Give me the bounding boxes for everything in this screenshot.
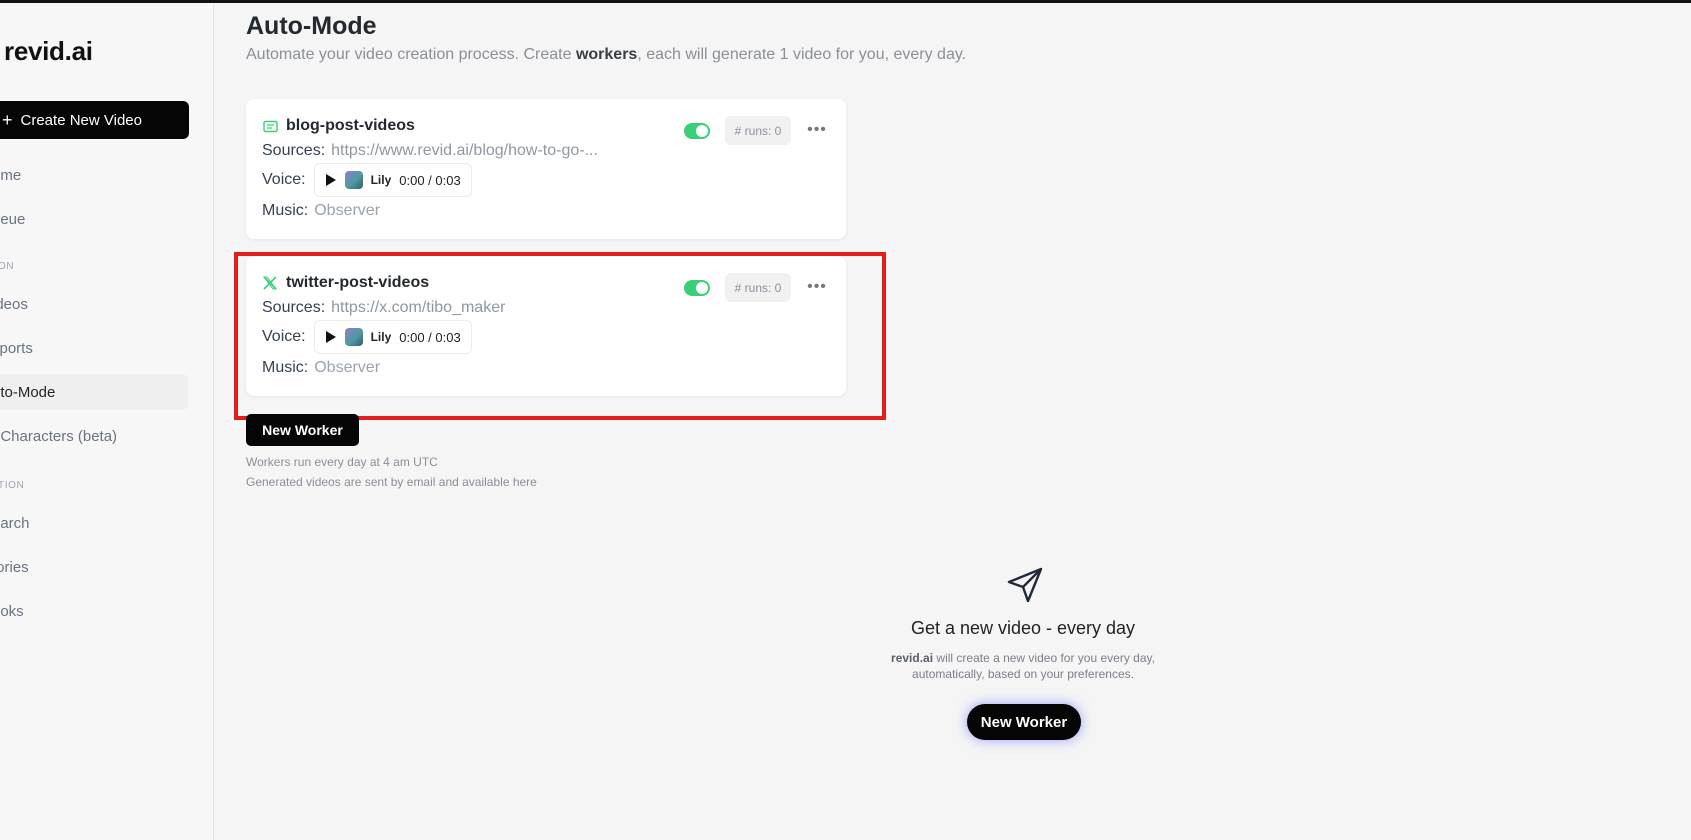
voice-avatar xyxy=(344,328,363,346)
subtitle-bold: workers xyxy=(575,46,638,63)
sidebar-item-label: earch xyxy=(0,514,30,532)
worker-card-blog-post-videos: blog-post-videos Sources: https://www.re… xyxy=(246,99,846,239)
sidebar-item-label: ideos xyxy=(0,295,28,313)
sidebar: revid.ai + Create New Video ome ueue ON … xyxy=(0,3,214,840)
music-label: Music: xyxy=(262,202,309,219)
sidebar-item-label: tories xyxy=(0,558,29,576)
voice-label: Voice: xyxy=(262,171,306,188)
more-options-button[interactable]: ••• xyxy=(804,117,830,143)
create-new-video-label: Create New Video xyxy=(20,111,142,129)
x-logo-icon xyxy=(262,275,278,291)
subtitle-text: , each will generate 1 video for you, ev… xyxy=(637,46,967,63)
worker-title: twitter-post-videos xyxy=(262,274,429,292)
sources-label: Sources: xyxy=(262,299,326,316)
send-arrow-icon xyxy=(1007,567,1043,603)
voice-name: Lily xyxy=(370,173,392,187)
desc-line-1: will create a new video for you every da… xyxy=(933,651,1155,665)
source-link[interactable]: https://x.com/tibo_maker xyxy=(331,299,505,317)
sidebar-section-label: ON xyxy=(0,261,15,272)
empty-state-title: Get a new video - every day xyxy=(910,618,1136,638)
worker-sources-row: Sources: https://x.com/tibo_maker xyxy=(262,299,505,317)
play-icon[interactable] xyxy=(325,330,337,344)
voice-time: 0:00 / 0:03 xyxy=(399,172,461,188)
worker-voice-row: Voice: Lily 0:00 / 0:03 xyxy=(262,320,472,354)
sidebar-item-stories[interactable]: tories xyxy=(0,549,188,585)
sidebar-item-label: xports xyxy=(0,339,33,357)
source-link[interactable]: https://www.revid.ai/blog/how-to-go-... xyxy=(331,142,598,160)
sidebar-item-label: I Characters (beta) xyxy=(0,427,118,445)
music-value: Observer xyxy=(314,202,381,219)
sidebar-item-queue[interactable]: ueue xyxy=(0,201,188,237)
more-options-button[interactable]: ••• xyxy=(804,274,830,300)
worker-music-row: Music: Observer xyxy=(262,202,380,220)
sidebar-item-auto-mode[interactable]: uto-Mode xyxy=(0,374,188,410)
worker-name: twitter-post-videos xyxy=(286,274,430,291)
sidebar-item-label: ooks xyxy=(0,602,24,620)
worker-voice-row: Voice: Lily 0:00 / 0:03 xyxy=(262,163,472,197)
worker-music-row: Music: Observer xyxy=(262,359,380,377)
page-title: Auto-Mode xyxy=(246,12,377,40)
top-border xyxy=(0,0,1691,3)
worker-card-twitter-post-videos: twitter-post-videos Sources: https://x.c… xyxy=(246,256,846,396)
ellipsis-icon: ••• xyxy=(807,278,827,295)
desc-line-2: automatically, based on your preferences… xyxy=(912,667,1134,681)
voice-name: Lily xyxy=(370,330,392,344)
voice-avatar xyxy=(344,171,363,189)
page-subtitle: Automate your video creation process. Cr… xyxy=(246,46,966,64)
schedule-note: Workers run every day at 4 am UTC xyxy=(246,455,438,469)
sidebar-item-exports[interactable]: xports xyxy=(0,330,188,366)
sidebar-item-hooks[interactable]: ooks xyxy=(0,593,188,629)
empty-state-description: revid.ai will create a new video for you… xyxy=(823,650,1223,682)
worker-title: blog-post-videos xyxy=(262,117,415,135)
create-new-video-button[interactable]: + Create New Video xyxy=(0,101,189,139)
runs-badge: # runs: 0 xyxy=(725,116,791,145)
new-worker-button[interactable]: New Worker xyxy=(246,414,359,446)
sidebar-item-videos[interactable]: ideos xyxy=(0,286,188,322)
delivery-note: Generated videos are sent by email and a… xyxy=(246,475,537,489)
sidebar-item-label: uto-Mode xyxy=(0,383,56,401)
sidebar-section-label: TION xyxy=(0,480,25,491)
worker-enabled-toggle[interactable] xyxy=(684,280,710,296)
new-worker-cta-button[interactable]: New Worker xyxy=(967,704,1081,740)
newspaper-icon xyxy=(262,118,278,134)
music-label: Music: xyxy=(262,359,309,376)
worker-name: blog-post-videos xyxy=(286,117,415,134)
sidebar-item-research[interactable]: earch xyxy=(0,505,188,541)
play-icon[interactable] xyxy=(325,173,337,187)
sidebar-item-home[interactable]: ome xyxy=(0,157,188,193)
music-value: Observer xyxy=(314,359,381,376)
sidebar-item-label: ueue xyxy=(0,210,26,228)
sidebar-item-ai-characters[interactable]: I Characters (beta) xyxy=(0,418,188,454)
app-logo[interactable]: revid.ai xyxy=(4,36,93,67)
plus-icon: + xyxy=(2,110,13,130)
ellipsis-icon: ••• xyxy=(807,121,827,138)
brand-name: revid.ai xyxy=(891,651,934,665)
voice-time: 0:00 / 0:03 xyxy=(399,329,461,345)
voice-player: Lily 0:00 / 0:03 xyxy=(313,163,472,197)
sidebar-item-label: ome xyxy=(0,166,22,184)
subtitle-text: Automate your video creation process. Cr… xyxy=(246,46,576,63)
sources-label: Sources: xyxy=(262,142,326,159)
worker-sources-row: Sources: https://www.revid.ai/blog/how-t… xyxy=(262,142,598,160)
runs-badge: # runs: 0 xyxy=(725,273,791,302)
worker-enabled-toggle[interactable] xyxy=(684,123,710,139)
voice-player: Lily 0:00 / 0:03 xyxy=(313,320,472,354)
voice-label: Voice: xyxy=(262,328,306,345)
